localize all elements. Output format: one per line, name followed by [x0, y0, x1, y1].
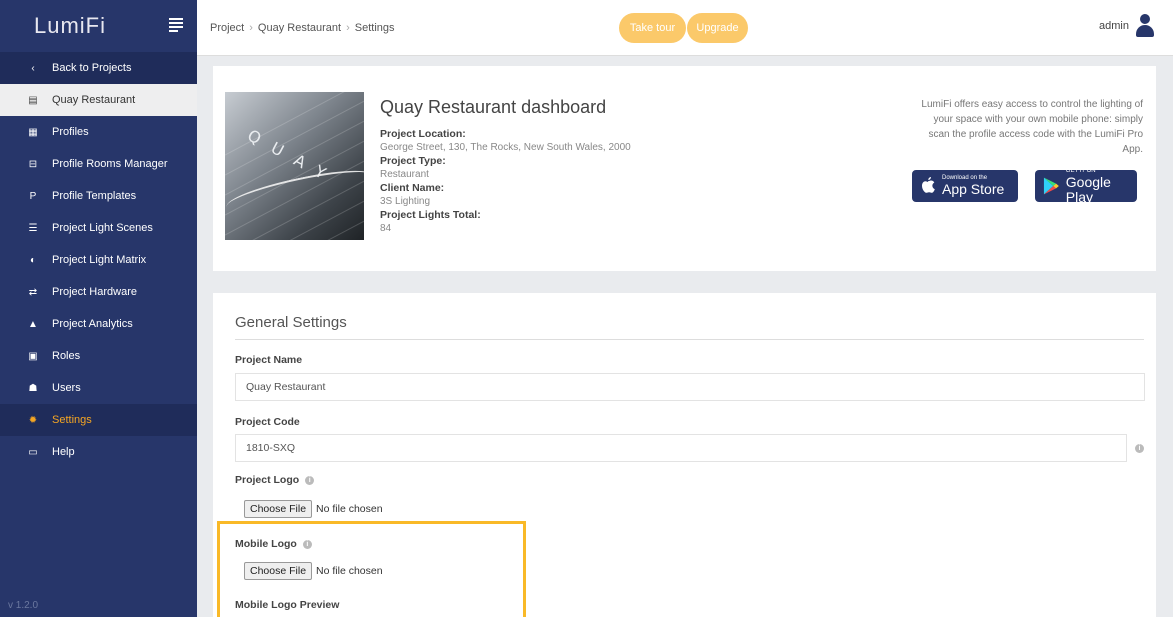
- sidebar-item-profile-templates[interactable]: P Profile Templates: [0, 180, 197, 212]
- sidebar-item-label: Back to Projects: [52, 62, 132, 74]
- sidebar-item-label: Quay Restaurant: [52, 94, 136, 106]
- google-play-icon: [1043, 177, 1059, 195]
- sidebar-item-label: Project Light Scenes: [52, 222, 153, 234]
- sidebar-item-label: Profile Templates: [52, 190, 137, 202]
- highlight-box: [217, 521, 526, 617]
- project-info: Project Location: George Street, 130, Th…: [380, 128, 631, 236]
- info-icon[interactable]: i: [305, 475, 315, 485]
- breadcrumb-settings: Settings: [354, 22, 395, 34]
- project-logo-label-text: Project Logo: [235, 474, 300, 486]
- dashboard-title: Quay Restaurant dashboard: [380, 97, 607, 117]
- sidebar-item-label: Profiles: [52, 126, 89, 138]
- exchange-icon: ⇄: [28, 286, 38, 298]
- project-name-label-text: Project Name: [235, 354, 303, 366]
- username: admin: [1099, 20, 1129, 32]
- location-value: George Street, 130, The Rocks, New South…: [380, 142, 631, 153]
- lights-label: Project Lights Total:: [380, 209, 481, 221]
- sidebar: LumiFi ‹ Back to Projects ▤ Quay Restaur…: [0, 0, 197, 617]
- client-value: 3S Lighting: [380, 196, 431, 207]
- file-status: No file chosen: [316, 503, 383, 515]
- project-name-input[interactable]: Quay Restaurant: [235, 373, 1145, 401]
- user-menu[interactable]: admin: [1099, 14, 1155, 38]
- area-chart-icon: ▲: [28, 318, 38, 330]
- sidebar-item-project-light-matrix[interactable]: ◐ Project Light Matrix: [0, 244, 197, 276]
- project-name-label: Project Name: [235, 354, 302, 366]
- brand-name: LumiFi: [34, 13, 107, 38]
- take-tour-button[interactable]: Take tour: [619, 13, 686, 43]
- project-code-label-text: Project Code: [235, 416, 300, 428]
- sidebar-item-label: Project Light Matrix: [52, 254, 147, 266]
- id-card-icon: ▣: [28, 350, 38, 362]
- gear-icon: ✹: [28, 414, 38, 426]
- sidebar-item-profile-rooms-manager[interactable]: ⊟ Profile Rooms Manager: [0, 148, 197, 180]
- section-title: General Settings: [235, 314, 347, 331]
- breadcrumb-separator: ›: [346, 22, 350, 34]
- project-code-label: Project Code: [235, 416, 300, 428]
- info-icon[interactable]: i: [1135, 444, 1144, 453]
- sidebar-item-users[interactable]: ☗ Users: [0, 372, 197, 404]
- project-image: QUAY: [225, 92, 364, 240]
- users-icon: ☗: [28, 382, 38, 394]
- user-icon: [1135, 14, 1155, 38]
- client-label: Client Name:: [380, 182, 445, 194]
- breadcrumb-separator: ›: [249, 22, 253, 34]
- sidebar-item-project-light-scenes[interactable]: ☰ Project Light Scenes: [0, 212, 197, 244]
- type-label: Project Type:: [380, 155, 446, 167]
- google-play-text: Google Play: [1065, 173, 1111, 205]
- brand-logo: LumiFi: [0, 0, 197, 52]
- project-logo-file-input: Choose File No file chosen: [244, 500, 383, 518]
- sidebar-item-settings[interactable]: ✹ Settings: [0, 404, 197, 436]
- apple-icon: [922, 177, 935, 193]
- chevron-left-icon: ‹: [31, 62, 35, 74]
- sidebar-item-project-hardware[interactable]: ⇄ Project Hardware: [0, 276, 197, 308]
- project-code-input[interactable]: 1810-SXQ: [235, 434, 1127, 462]
- list-icon: ☰: [28, 222, 38, 234]
- location-label: Project Location:: [380, 128, 466, 140]
- profiles-icon: ▦: [28, 126, 38, 138]
- sidebar-item-label: Project Hardware: [52, 286, 137, 298]
- dashboard-card: QUAY Quay Restaurant dashboard Project L…: [213, 66, 1156, 271]
- contrast-icon: ◐: [29, 254, 37, 266]
- sidebar-item-quay-restaurant[interactable]: ▤ Quay Restaurant: [0, 84, 197, 116]
- type-value: Restaurant: [380, 169, 429, 180]
- document-icon: ▤: [28, 94, 38, 106]
- breadcrumb-quay-restaurant[interactable]: Quay Restaurant: [258, 22, 341, 34]
- sidebar-item-back-to-projects[interactable]: ‹ Back to Projects: [0, 52, 197, 84]
- project-logo-label: Project Logo i: [235, 474, 315, 486]
- menu-toggle-icon[interactable]: [169, 18, 183, 32]
- upgrade-button[interactable]: Upgrade: [687, 13, 748, 43]
- folder-icon: ▭: [28, 446, 38, 458]
- sidebar-item-label: Roles: [52, 350, 81, 362]
- sidebar-item-label: Help: [52, 446, 75, 458]
- sidebar-item-roles[interactable]: ▣ Roles: [0, 340, 197, 372]
- app-store-text: App Store: [942, 181, 1005, 197]
- breadcrumb: Project › Quay Restaurant › Settings: [210, 22, 395, 34]
- sidebar-item-project-analytics[interactable]: ▲ Project Analytics: [0, 308, 197, 340]
- app-store-button[interactable]: Download on the App Store: [912, 170, 1018, 202]
- app-promo-text: LumiFi offers easy access to control the…: [921, 99, 1143, 155]
- sidebar-item-label: Users: [52, 382, 81, 394]
- sidebar-item-profiles[interactable]: ▦ Profiles: [0, 116, 197, 148]
- google-play-button[interactable]: GET IT ON Google Play: [1035, 168, 1137, 205]
- lights-value: 84: [380, 223, 392, 234]
- sidebar-item-label: Project Analytics: [52, 318, 133, 330]
- sidebar-item-label: Profile Rooms Manager: [52, 158, 168, 170]
- breadcrumb-project[interactable]: Project: [210, 22, 244, 34]
- rooms-icon: ⊟: [28, 158, 38, 170]
- divider: [235, 339, 1144, 340]
- sidebar-item-label: Settings: [52, 414, 92, 426]
- templates-icon: P: [29, 190, 37, 202]
- top-bar: Project › Quay Restaurant › Settings Tak…: [197, 0, 1173, 56]
- choose-file-button[interactable]: Choose File: [244, 500, 313, 518]
- sidebar-item-help[interactable]: ▭ Help: [0, 436, 197, 468]
- version-label: v 1.2.0: [8, 600, 39, 611]
